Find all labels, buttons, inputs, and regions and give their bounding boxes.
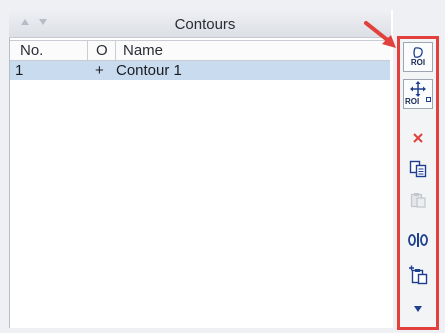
move-roi-icon: [410, 81, 426, 97]
roi-toolbar: ROI ROI: [397, 36, 439, 330]
delete-button[interactable]: [403, 123, 433, 153]
cell-no: 1: [15, 62, 24, 79]
table-header: No. O Name: [10, 40, 390, 61]
move-roi-button[interactable]: ROI: [403, 79, 433, 109]
copy-button[interactable]: [403, 154, 433, 184]
pointer-arrow-icon: [364, 21, 396, 48]
draw-roi-button[interactable]: ROI: [403, 42, 433, 72]
contours-table: No. O Name 1 + Contour 1: [10, 40, 390, 80]
header-name[interactable]: Name: [116, 41, 390, 60]
paste-icon: [410, 193, 426, 208]
paste-button[interactable]: [403, 185, 433, 215]
chevron-down-icon: [414, 306, 422, 312]
split-icon: [408, 233, 428, 247]
cell-o: +: [95, 62, 104, 79]
panel-titlebar: Contours: [9, 10, 391, 38]
small-square-icon: [426, 97, 431, 102]
copy-icon: [409, 160, 427, 178]
add-copy-button[interactable]: [403, 260, 433, 290]
table-row[interactable]: 1 + Contour 1: [10, 61, 390, 80]
panel-title: Contours: [174, 16, 236, 33]
draw-roi-label: ROI: [410, 58, 426, 67]
add-copy-icon: [409, 265, 428, 285]
cell-name: Contour 1: [116, 62, 182, 79]
header-no[interactable]: No.: [10, 41, 88, 60]
delete-icon: [413, 133, 423, 143]
header-o[interactable]: O: [88, 41, 116, 60]
split-button[interactable]: [403, 225, 433, 255]
more-button[interactable]: [403, 294, 433, 324]
move-roi-label: ROI: [405, 97, 420, 106]
